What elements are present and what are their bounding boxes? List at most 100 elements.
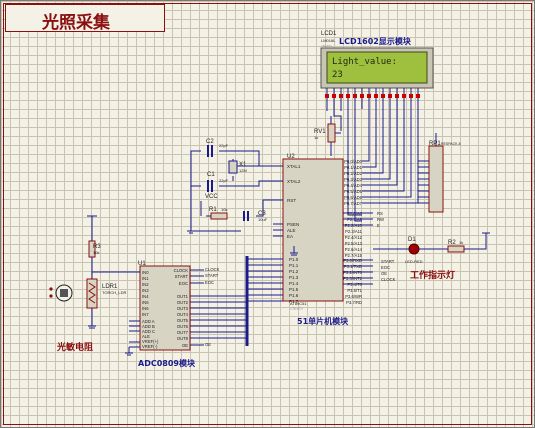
adc-in6: IN6 — [142, 306, 149, 311]
mcu-p2-4: P2.4/A12 — [345, 235, 363, 240]
adc-net-clock: CLOCK — [205, 267, 220, 272]
schematic-sheet: 光照采集 Light_value: 23 LCD1 LM016L LCD1602… — [0, 0, 535, 428]
mcu-pin-ale: ALE — [287, 228, 296, 233]
adc-oe: OE — [182, 343, 188, 348]
adc-net-start: START — [205, 273, 219, 278]
mcu-pin-xtal2: XTAL2 — [287, 179, 301, 184]
adc-out3: OUT3 — [177, 306, 189, 311]
adc-in0: IN0 — [142, 270, 149, 275]
r2-value: 1k — [459, 240, 463, 245]
vcc-label: VCC — [205, 194, 218, 200]
mcu-p0-3: P0.3/AD3 — [344, 177, 363, 182]
adc-clock: CLOCK — [174, 268, 189, 273]
mcu-p1-2: P1.2 — [289, 269, 299, 274]
c1-capacitor[interactable]: C1 22pF — [207, 172, 229, 192]
mcu-p0-1: P0.1/AD1 — [344, 165, 363, 170]
r2-resistor[interactable]: R2 1k — [447, 240, 465, 253]
lcd-caption: LCD1602显示模块 — [339, 36, 412, 46]
mcu-p0-4: P0.4/AD4 — [344, 183, 363, 188]
adc-start: START — [175, 274, 189, 279]
lcd-component[interactable]: Light_value: 23 LCD1 LM016L LCD1602显示模块 … — [320, 31, 434, 101]
adc-in5: IN5 — [142, 300, 149, 305]
x1-crystal[interactable]: X1 12M — [228, 160, 247, 174]
mcu-p1-0: P1.0 — [289, 257, 299, 262]
mcu-caption: 51单片机模块 — [297, 316, 349, 326]
adc-net-eoc: EOC — [205, 280, 214, 285]
mcu-p2-5: P2.5/A13 — [345, 241, 363, 246]
r1-value: 10k — [221, 207, 227, 212]
net-rw: RW — [377, 217, 384, 222]
mcu-p0-0: P0.0/AD0 — [344, 159, 363, 164]
adc-net-oe: OE — [205, 342, 211, 347]
adc-in3: IN3 — [142, 288, 149, 293]
adc-in1: IN1 — [142, 276, 149, 281]
d1-part: LED-RED — [405, 259, 423, 264]
mcu-component[interactable]: U2 AT89C51 <TEXT> 51单片机模块 XTAL1 XTAL2 RS… — [247, 154, 373, 326]
mcu-p2-6: P2.6/A14 — [345, 247, 363, 252]
mcu-p1-3: P1.3 — [289, 275, 299, 280]
adc-out1: OUT1 — [177, 294, 189, 299]
d1-ref: D1 — [408, 237, 416, 243]
adc-caption: ADC0809模块 — [138, 358, 196, 368]
mcu-p1-4: P1.4 — [289, 281, 299, 286]
r2-ref: R2 — [448, 240, 456, 246]
mcu-ref: U2 — [287, 154, 295, 160]
lcd-ref: LCD1 — [321, 31, 337, 37]
lcd-line2: 23 — [332, 70, 343, 80]
net-e: E — [377, 223, 380, 228]
ldr-caption: 光敏电阻 — [56, 341, 93, 353]
rv1-value: 1k — [314, 135, 318, 140]
net-start-mcu: START — [381, 259, 395, 264]
mcu-p1-6: P1.6 — [289, 293, 299, 298]
mcu-p0-7: P0.7/AD7 — [344, 201, 363, 206]
mcu-p3-5: P3.5/T1 — [347, 288, 362, 293]
ldr-wires — [87, 215, 129, 329]
lcd-text-tag: <TEXT> — [321, 44, 332, 48]
mcu-p3-6: P3.6/WR — [345, 294, 362, 299]
net-clock-mcu: CLOCK — [381, 277, 396, 282]
adc-out4: OUT4 — [177, 312, 189, 317]
adc-out8: OUT8 — [177, 336, 189, 341]
mcu-pin-rst: RST — [287, 198, 296, 203]
c3-value: 10uF — [258, 217, 268, 222]
adc-ground — [125, 347, 133, 356]
r1-ref: R1 — [209, 207, 217, 213]
mcu-p0-5: P0.5/AD5 — [344, 189, 363, 194]
c2-capacitor[interactable]: C2 22pF — [206, 139, 229, 157]
c1-value: 22pF — [219, 178, 229, 183]
rp1-part: RESPACK-8 — [441, 142, 461, 146]
adc-in7: IN7 — [142, 312, 149, 317]
c3-capacitor[interactable]: C3 10uF — [243, 211, 268, 222]
mcu-p1-1: P1.1 — [289, 263, 299, 268]
rp1-respack[interactable]: RP1 RESPACK-8 — [418, 133, 461, 213]
rv1-potentiometer[interactable]: RV1 1k — [314, 116, 341, 156]
adc-ref: U1 — [138, 261, 146, 267]
c2-ref: C2 — [206, 139, 214, 145]
mcu-p3-7: P3.7/RD — [346, 300, 362, 305]
ground-symbols — [187, 230, 298, 256]
mcu-text-tag: <TEXT> — [290, 307, 303, 311]
adc-out7: OUT7 — [177, 330, 189, 335]
lcd-part: LM016L — [321, 38, 336, 43]
net-eoc-mcu: EOC — [381, 265, 390, 270]
schematic-canvas: Light_value: 23 LCD1 LM016L LCD1602显示模块 … — [49, 31, 490, 368]
d1-caption: 工作指示灯 — [410, 269, 455, 281]
r3-value: 10k — [93, 250, 99, 255]
adc-eoc: EOC — [179, 281, 188, 286]
mcu-p1-7: P1.7 — [289, 299, 299, 304]
ldr-component[interactable]: LDR1 TORCH_LDR 光敏电阻 — [49, 278, 126, 353]
lcd-line1: Light_value: — [332, 57, 397, 67]
net-oe-mcu: OE — [381, 271, 387, 276]
x1-value: 12M — [239, 168, 247, 173]
c1-ref: C1 — [207, 172, 215, 178]
mcu-p0-2: P0.2/AD2 — [344, 171, 363, 176]
adc-component[interactable]: U1 ADC0809模块 IN0 IN1 IN2 IN3 IN4 IN5 IN6… — [129, 261, 247, 368]
led-wires — [373, 232, 490, 250]
mcu-p2-3: P2.3/A11 — [345, 229, 363, 234]
r3-resistor[interactable]: R3 10k — [88, 240, 101, 258]
rp1-ref: RP1 — [429, 141, 441, 147]
adc-out6: OUT6 — [177, 324, 189, 329]
mcu-pin-xtal1: XTAL1 — [287, 164, 301, 169]
r1-resistor[interactable]: R1 10k — [209, 207, 228, 220]
adc-vref-neg: VREF(-) — [142, 344, 158, 349]
